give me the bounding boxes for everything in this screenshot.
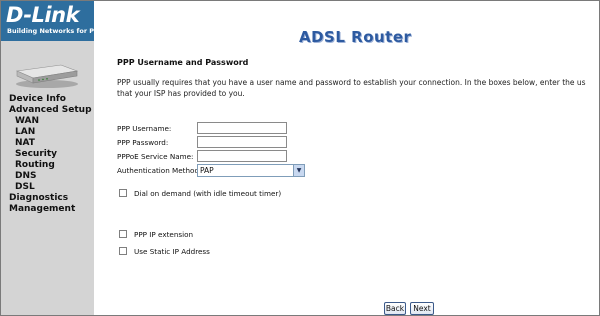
username-label: PPP Username: [117, 124, 172, 133]
logo-text: D-Link [6, 3, 80, 27]
chevron-down-icon[interactable]: ▼ [293, 165, 304, 176]
description: PPP usually requires that you have a use… [117, 77, 599, 99]
sidebar-item-lan[interactable]: LAN [9, 127, 92, 138]
sidebar-item-management[interactable]: Management [9, 204, 92, 215]
sidebar-item-dsl[interactable]: DSL [9, 182, 92, 193]
description-line-2: that your ISP has provided to you. [117, 89, 245, 98]
dial-on-demand-label: Dial on demand (with idle timeout timer) [134, 189, 282, 198]
router-config-page: D-Link Building Networks for People ADSL… [0, 0, 600, 316]
sidebar-item-advanced-setup[interactable]: Advanced Setup [9, 105, 92, 116]
sidebar-item-wan[interactable]: WAN [9, 116, 92, 127]
password-label: PPP Password: [117, 138, 169, 147]
ppp-ip-extension-checkbox[interactable] [119, 230, 127, 238]
main-content: PPP Username and Password PPP usually re… [117, 1, 599, 315]
static-ip-label: Use Static IP Address [134, 247, 210, 256]
service-name-input[interactable] [197, 150, 287, 162]
ppp-ip-extension-label: PPP IP extension [134, 230, 194, 239]
auth-method-label: Authentication Method: [117, 166, 202, 175]
section-title: PPP Username and Password [117, 58, 249, 67]
auth-method-value: PAP [200, 166, 214, 175]
description-line-1: PPP usually requires that you have a use… [117, 78, 586, 87]
sidebar-nav: Device Info Advanced Setup WAN LAN NAT S… [9, 94, 92, 215]
dial-on-demand-checkbox[interactable] [119, 189, 127, 197]
sidebar-item-device-info[interactable]: Device Info [9, 94, 92, 105]
auth-method-select[interactable]: PAP ▼ [197, 164, 305, 177]
password-input[interactable] [197, 136, 287, 148]
username-input[interactable] [197, 122, 287, 134]
router-device-icon [15, 64, 79, 88]
sidebar-item-security[interactable]: Security [9, 149, 92, 160]
sidebar-item-nat[interactable]: NAT [9, 138, 92, 149]
next-button[interactable]: Next [410, 302, 434, 315]
back-button[interactable]: Back [384, 302, 406, 315]
sidebar-item-diagnostics[interactable]: Diagnostics [9, 193, 92, 204]
dlink-logo: D-Link Building Networks for People [1, 1, 94, 41]
service-name-label: PPPoE Service Name: [117, 152, 194, 161]
logo-tagline: Building Networks for People [7, 27, 94, 35]
static-ip-checkbox[interactable] [119, 247, 127, 255]
sidebar-item-routing[interactable]: Routing [9, 160, 92, 171]
sidebar: Device Info Advanced Setup WAN LAN NAT S… [1, 41, 94, 315]
sidebar-item-dns[interactable]: DNS [9, 171, 92, 182]
